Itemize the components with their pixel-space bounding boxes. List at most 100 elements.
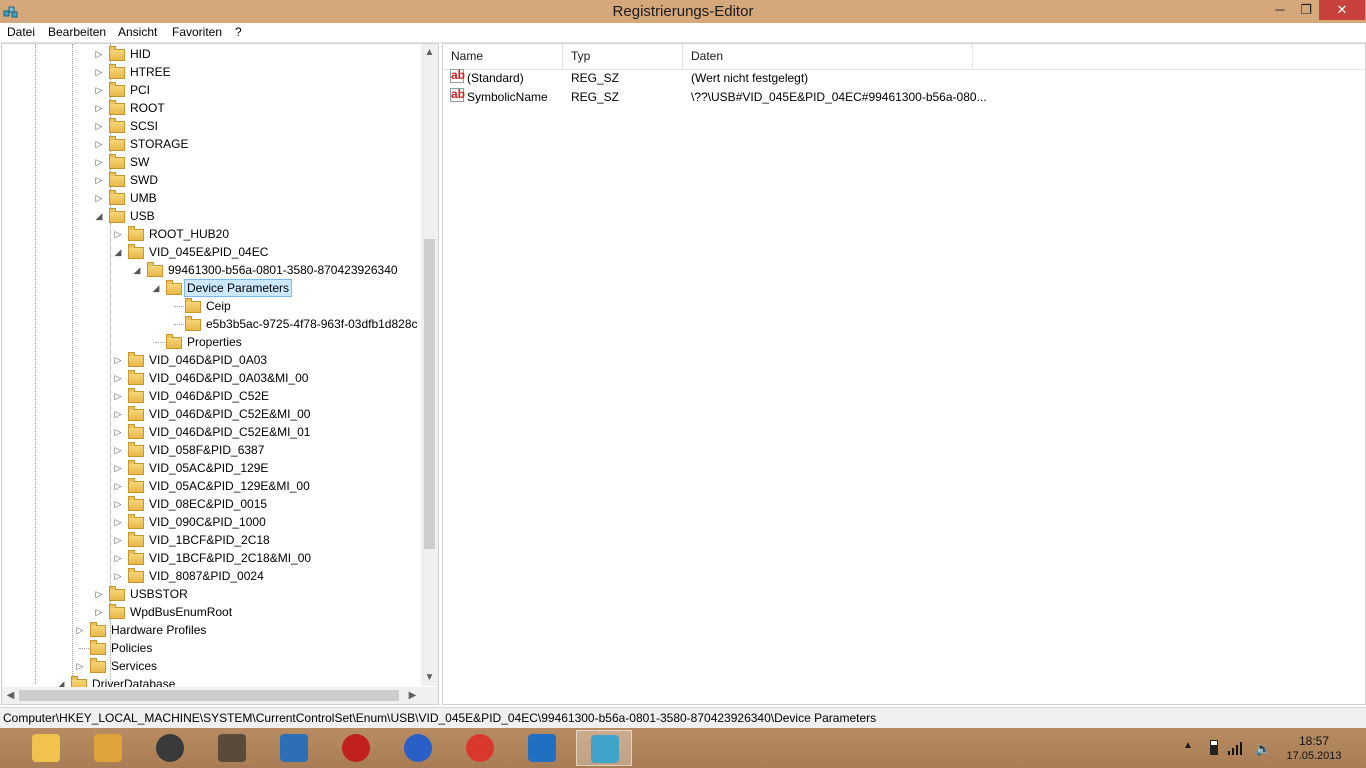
menu-datei[interactable]: Datei (7, 25, 35, 39)
scroll-up-icon[interactable]: ▲ (421, 44, 438, 61)
collapsed-arrow-icon[interactable]: ▷ (112, 387, 124, 405)
collapsed-arrow-icon[interactable]: ▷ (112, 225, 124, 243)
taskbar-button[interactable] (204, 730, 260, 766)
collapsed-arrow-icon[interactable]: ▷ (112, 351, 124, 369)
tree-node[interactable]: ◢ USB (2, 207, 421, 225)
menu-help[interactable]: ? (235, 25, 242, 39)
tree-node[interactable]: ▷ STORAGE (2, 135, 421, 153)
tree-node[interactable]: ▷ SWD (2, 171, 421, 189)
tree-node[interactable]: ▷ Hardware Profiles (2, 621, 421, 639)
tree-node[interactable]: Properties (2, 333, 421, 351)
expanded-arrow-icon[interactable]: ◢ (112, 243, 124, 261)
collapsed-arrow-icon[interactable]: ▷ (112, 369, 124, 387)
tree-node[interactable]: ▷ Services (2, 657, 421, 675)
tree-node[interactable]: ◢ Device Parameters (2, 279, 421, 297)
tree-node[interactable]: ▷ VID_046D&PID_0A03 (2, 351, 421, 369)
collapsed-arrow-icon[interactable]: ▷ (112, 423, 124, 441)
collapsed-arrow-icon[interactable]: ▷ (93, 117, 105, 135)
column-name[interactable]: Name (443, 44, 563, 69)
collapsed-arrow-icon[interactable]: ▷ (93, 99, 105, 117)
close-button[interactable]: ✕ (1319, 0, 1365, 20)
collapsed-arrow-icon[interactable]: ▷ (112, 441, 124, 459)
collapsed-arrow-icon[interactable]: ▷ (93, 603, 105, 621)
collapsed-arrow-icon[interactable]: ▷ (112, 531, 124, 549)
taskbar-button[interactable] (328, 730, 384, 766)
taskbar-button[interactable] (576, 730, 632, 766)
collapsed-arrow-icon[interactable]: ▷ (112, 567, 124, 585)
tree-node[interactable]: ◢ 99461300-b56a-0801-3580-870423926340 (2, 261, 421, 279)
tree-node[interactable]: ▷ VID_046D&PID_0A03&MI_00 (2, 369, 421, 387)
tree-node[interactable]: e5b3b5ac-9725-4f78-963f-03dfb1d828c (2, 315, 421, 333)
network-signal-icon[interactable] (1228, 741, 1244, 755)
menu-favoriten[interactable]: Favoriten (172, 25, 222, 39)
collapsed-arrow-icon[interactable]: ▷ (93, 45, 105, 63)
tree-node[interactable]: ▷ VID_1BCF&PID_2C18 (2, 531, 421, 549)
clock-time[interactable]: 18:57 (1290, 734, 1338, 748)
value-list[interactable]: Name Typ Daten ab (Standard) REG_SZ (Wer… (442, 43, 1366, 705)
tree-node[interactable]: ▷ VID_058F&PID_6387 (2, 441, 421, 459)
menu-ansicht[interactable]: Ansicht (118, 25, 157, 39)
collapsed-arrow-icon[interactable]: ▷ (74, 657, 86, 675)
collapsed-arrow-icon[interactable]: ▷ (112, 477, 124, 495)
collapsed-arrow-icon[interactable]: ▷ (93, 135, 105, 153)
show-hidden-icons-icon[interactable]: ▲ (1183, 740, 1193, 751)
taskbar-button[interactable] (452, 730, 508, 766)
expanded-arrow-icon[interactable]: ◢ (93, 207, 105, 225)
tree-node[interactable]: ▷ SCSI (2, 117, 421, 135)
battery-icon[interactable] (1210, 740, 1218, 755)
taskbar-button[interactable] (142, 730, 198, 766)
tree-node[interactable]: ▷ VID_046D&PID_C52E&MI_01 (2, 423, 421, 441)
collapsed-arrow-icon[interactable]: ▷ (93, 63, 105, 81)
collapsed-arrow-icon[interactable]: ▷ (112, 549, 124, 567)
collapsed-arrow-icon[interactable]: ▷ (93, 153, 105, 171)
menu-bearbeiten[interactable]: Bearbeiten (48, 25, 106, 39)
tree-node[interactable]: ▷ VID_046D&PID_C52E&MI_00 (2, 405, 421, 423)
volume-icon[interactable]: 🔈 (1255, 741, 1271, 757)
expanded-arrow-icon[interactable]: ◢ (131, 261, 143, 279)
tree-vscroll-thumb[interactable] (424, 239, 435, 549)
collapsed-arrow-icon[interactable]: ▷ (112, 459, 124, 477)
tree-node[interactable]: ▷ WpdBusEnumRoot (2, 603, 421, 621)
collapsed-arrow-icon[interactable]: ▷ (74, 621, 86, 639)
clock-date[interactable]: 17.05.2013 (1283, 750, 1345, 762)
tree-node[interactable]: ▷ HTREE (2, 63, 421, 81)
tree-node[interactable]: ▷ VID_1BCF&PID_2C18&MI_00 (2, 549, 421, 567)
scroll-right-icon[interactable]: ▶ (404, 687, 421, 704)
tree-node[interactable]: ▷ PCI (2, 81, 421, 99)
tree-node[interactable]: ▷ UMB (2, 189, 421, 207)
tree-node[interactable]: ◢ VID_045E&PID_04EC (2, 243, 421, 261)
tree-node[interactable]: ▷ ROOT (2, 99, 421, 117)
tree-node[interactable]: ▷ HID (2, 45, 421, 63)
collapsed-arrow-icon[interactable]: ▷ (93, 585, 105, 603)
tree-node[interactable]: ▷ VID_046D&PID_C52E (2, 387, 421, 405)
maximize-button[interactable]: ❐ (1293, 0, 1319, 20)
expanded-arrow-icon[interactable]: ◢ (150, 279, 162, 297)
tree-node[interactable]: ▷ ROOT_HUB20 (2, 225, 421, 243)
value-row[interactable]: ab (Standard) REG_SZ (Wert nicht festgel… (443, 69, 1365, 88)
taskbar-button[interactable] (390, 730, 446, 766)
tree-hscroll-thumb[interactable] (19, 690, 399, 701)
tree-node[interactable]: ▷ VID_05AC&PID_129E&MI_00 (2, 477, 421, 495)
collapsed-arrow-icon[interactable]: ▷ (112, 513, 124, 531)
tree-vertical-scrollbar[interactable]: ▲ ▼ (421, 44, 438, 686)
taskbar-button[interactable] (266, 730, 322, 766)
collapsed-arrow-icon[interactable]: ▷ (112, 495, 124, 513)
collapsed-arrow-icon[interactable]: ▷ (112, 405, 124, 423)
tree-node[interactable]: ▷ VID_8087&PID_0024 (2, 567, 421, 585)
tree-node[interactable]: ▷ VID_090C&PID_1000 (2, 513, 421, 531)
tree-node[interactable]: Policies (2, 639, 421, 657)
collapsed-arrow-icon[interactable]: ▷ (93, 171, 105, 189)
tree-node[interactable]: ▷ USBSTOR (2, 585, 421, 603)
value-row[interactable]: ab SymbolicName REG_SZ \??\USB#VID_045E&… (443, 88, 1365, 107)
tree-node[interactable]: ▷ VID_05AC&PID_129E (2, 459, 421, 477)
taskbar-button[interactable] (80, 730, 136, 766)
tree-horizontal-scrollbar[interactable]: ◀ ▶ (2, 687, 421, 704)
column-type[interactable]: Typ (563, 44, 683, 69)
collapsed-arrow-icon[interactable]: ▷ (93, 189, 105, 207)
tree-node[interactable]: Ceip (2, 297, 421, 315)
tree-node[interactable]: ▷ SW (2, 153, 421, 171)
registry-tree[interactable]: ▷ HID ▷ HTREE ▷ PCI ▷ ROOT ▷ SCSI ▷ STORAGE ▷ SW ▷ SWD ▷… (1, 43, 439, 705)
taskbar-button[interactable] (514, 730, 570, 766)
taskbar-button[interactable] (18, 730, 74, 766)
tree-node[interactable]: ▷ VID_08EC&PID_0015 (2, 495, 421, 513)
